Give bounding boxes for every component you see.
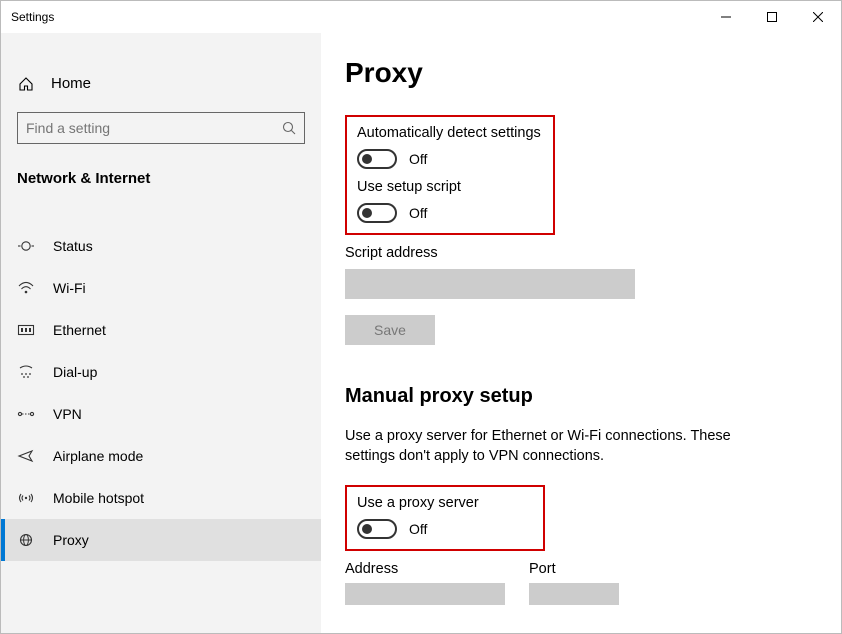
- save-button: Save: [345, 315, 435, 345]
- home-label: Home: [51, 75, 91, 92]
- sidebar-item-proxy[interactable]: Proxy: [1, 519, 321, 561]
- auto-detect-state: Off: [409, 151, 427, 167]
- sidebar-item-label: Proxy: [53, 532, 89, 548]
- vpn-icon: [17, 407, 35, 421]
- minimize-button[interactable]: [703, 1, 749, 33]
- sidebar-item-label: Ethernet: [53, 322, 106, 338]
- home-icon: [17, 76, 35, 92]
- port-input: [529, 583, 619, 605]
- port-label: Port: [529, 561, 619, 577]
- content-area: Home Network & Internet Status: [1, 33, 841, 633]
- setup-script-label: Use setup script: [357, 179, 543, 195]
- ethernet-icon: [17, 323, 35, 337]
- auto-detect-toggle-row: Off: [357, 149, 543, 169]
- main-panel: Proxy Automatically detect settings Off …: [321, 33, 841, 633]
- manual-section-desc: Use a proxy server for Ethernet or Wi-Fi…: [345, 426, 775, 467]
- airplane-icon: [17, 449, 35, 463]
- search-box[interactable]: [17, 112, 305, 144]
- wifi-icon: [17, 281, 35, 295]
- sidebar-item-airplane[interactable]: Airplane mode: [1, 435, 321, 477]
- sidebar-item-label: Dial-up: [53, 364, 97, 380]
- sidebar-item-dialup[interactable]: Dial-up: [1, 351, 321, 393]
- sidebar-item-wifi[interactable]: Wi-Fi: [1, 267, 321, 309]
- home-link[interactable]: Home: [1, 63, 321, 104]
- sidebar-item-ethernet[interactable]: Ethernet: [1, 309, 321, 351]
- setup-script-toggle-row: Off: [357, 203, 543, 223]
- sidebar-item-hotspot[interactable]: Mobile hotspot: [1, 477, 321, 519]
- status-icon: [17, 239, 35, 253]
- sidebar-item-label: Mobile hotspot: [53, 490, 144, 506]
- script-address-group: Script address: [345, 245, 817, 299]
- sidebar-item-vpn[interactable]: VPN: [1, 393, 321, 435]
- setup-script-state: Off: [409, 205, 427, 221]
- window-title: Settings: [11, 10, 54, 24]
- script-address-input: [345, 269, 635, 299]
- address-col: Address: [345, 561, 505, 605]
- address-input: [345, 583, 505, 605]
- search-icon: [282, 121, 296, 135]
- search-wrap: [17, 112, 305, 144]
- page-title: Proxy: [345, 57, 817, 89]
- highlight-box-manual: Use a proxy server Off: [345, 485, 545, 551]
- highlight-box-auto: Automatically detect settings Off Use se…: [345, 115, 555, 235]
- address-label: Address: [345, 561, 505, 577]
- setup-script-toggle[interactable]: [357, 203, 397, 223]
- category-header: Network & Internet: [1, 160, 321, 199]
- search-input[interactable]: [26, 120, 269, 136]
- window-buttons: [703, 1, 841, 33]
- save-button-label: Save: [374, 322, 406, 338]
- use-proxy-state: Off: [409, 521, 427, 537]
- sidebar-item-label: VPN: [53, 406, 82, 422]
- titlebar: Settings: [1, 1, 841, 33]
- auto-detect-toggle[interactable]: [357, 149, 397, 169]
- use-proxy-toggle-row: Off: [357, 519, 533, 539]
- maximize-icon: [767, 12, 777, 22]
- proxy-icon: [17, 533, 35, 547]
- script-address-label: Script address: [345, 245, 817, 261]
- close-button[interactable]: [795, 1, 841, 33]
- sidebar: Home Network & Internet Status: [1, 33, 321, 633]
- minimize-icon: [721, 12, 731, 22]
- use-proxy-label: Use a proxy server: [357, 495, 533, 511]
- close-icon: [813, 12, 823, 22]
- nav-list: Status Wi-Fi Ethernet Dial-up: [1, 225, 321, 561]
- dialup-icon: [17, 365, 35, 379]
- address-port-row: Address Port: [345, 561, 817, 605]
- sidebar-item-label: Airplane mode: [53, 448, 143, 464]
- sidebar-item-label: Status: [53, 238, 93, 254]
- manual-section-title: Manual proxy setup: [345, 385, 817, 408]
- auto-detect-label: Automatically detect settings: [357, 125, 543, 141]
- hotspot-icon: [17, 491, 35, 505]
- port-col: Port: [529, 561, 619, 605]
- sidebar-item-status[interactable]: Status: [1, 225, 321, 267]
- maximize-button[interactable]: [749, 1, 795, 33]
- use-proxy-toggle[interactable]: [357, 519, 397, 539]
- sidebar-item-label: Wi-Fi: [53, 280, 86, 296]
